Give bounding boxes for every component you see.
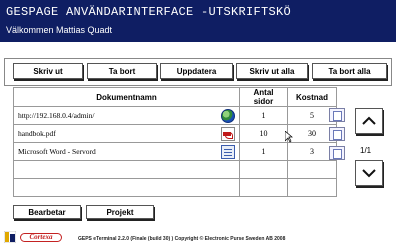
table-row-empty: [13, 178, 337, 197]
page-title: GESPAGE ANVÄNDARINTERFACE -UTSKRIFTSKÖ: [6, 5, 292, 19]
document-details-icon[interactable]: [329, 146, 345, 160]
document-name: Microsoft Word - Servord: [18, 147, 96, 156]
cortexa-logo: Cortexa: [20, 233, 62, 242]
document-name-cell: handbok.pdf: [13, 124, 240, 143]
print-button[interactable]: Skriv ut: [13, 63, 83, 79]
table-header-row: Dokumentnamn Antal sidor Kostnad: [13, 87, 337, 107]
globe-icon: [221, 108, 235, 123]
word-document-icon: [221, 144, 235, 159]
table-row[interactable]: Microsoft Word - Servord 1 3: [13, 142, 337, 161]
copyright-text: GEPS eTerminal 2.2.0 (Finale (build 30) …: [78, 236, 286, 242]
pages-cell: 1: [239, 106, 288, 125]
chevron-down-icon: [362, 169, 376, 178]
table-row-empty: [13, 160, 337, 179]
header-bar: GESPAGE ANVÄNDARINTERFACE -UTSKRIFTSKÖ V…: [0, 0, 396, 42]
pdf-icon: [221, 126, 235, 141]
tab-processing[interactable]: Bearbetar: [13, 205, 81, 219]
pages-cell: 1: [239, 142, 288, 161]
refresh-button[interactable]: Uppdatera: [160, 63, 233, 79]
pages-cell: 10: [239, 124, 288, 143]
mouse-cursor-icon: [285, 131, 293, 143]
scroll-up-button[interactable]: [355, 108, 383, 134]
document-details-icon[interactable]: [329, 108, 345, 122]
print-all-button[interactable]: Skriv ut alla: [236, 63, 308, 79]
tab-projects[interactable]: Projekt: [86, 205, 154, 219]
document-name-cell: http://192.168.0.4/admin/: [13, 106, 240, 125]
document-name-cell: Microsoft Word - Servord: [13, 142, 240, 161]
page-indicator: 1/1: [360, 146, 372, 155]
document-name: handbok.pdf: [18, 129, 56, 138]
document-name: http://192.168.0.4/admin/: [18, 111, 95, 120]
column-header-document-name: Dokumentnamn: [13, 87, 240, 107]
table-row[interactable]: http://192.168.0.4/admin/ 1 5: [13, 106, 337, 125]
welcome-message: Välkommen Mattias Quadt: [6, 25, 113, 35]
column-header-pages: Antal sidor: [239, 87, 288, 107]
column-header-cost: Kostnad: [287, 87, 337, 107]
chevron-up-icon: [362, 116, 376, 125]
document-details-icon[interactable]: [329, 127, 345, 141]
scroll-down-button[interactable]: [355, 160, 383, 186]
gespage-logo-icon: [4, 231, 16, 243]
delete-all-button[interactable]: Ta bort alla: [312, 63, 387, 79]
delete-button[interactable]: Ta bort: [87, 63, 157, 79]
